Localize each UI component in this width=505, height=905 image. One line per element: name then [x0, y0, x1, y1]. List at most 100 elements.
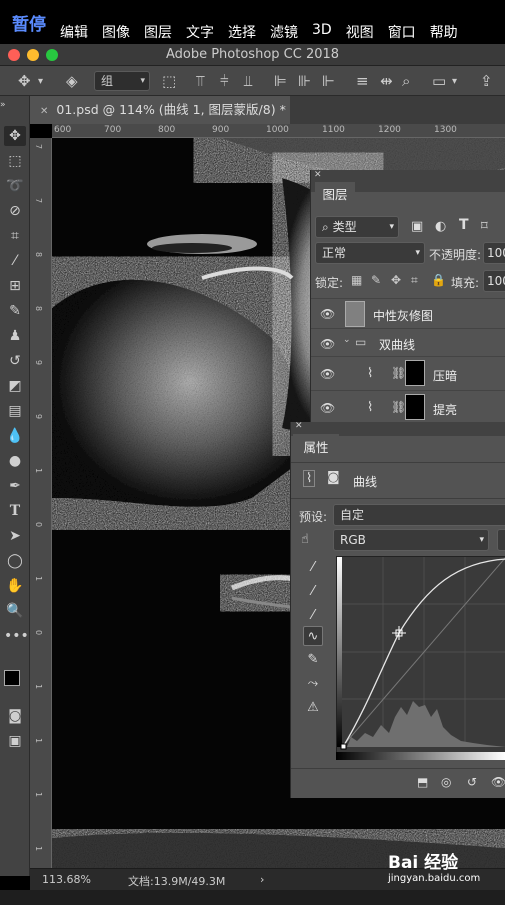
close-panel-icon[interactable]: ✕ — [295, 421, 303, 431]
adjustment-filter-icon[interactable]: ◐ — [435, 219, 446, 234]
curves-adjustment-icon[interactable]: ⌇ — [303, 470, 316, 487]
menu-help[interactable]: 帮助 — [430, 22, 472, 42]
eyedropper-white-icon[interactable]: ⁄ — [303, 606, 323, 626]
view-previous-icon[interactable]: ◎ — [441, 775, 451, 789]
pause-label[interactable]: 暂停 — [12, 10, 46, 35]
ellipse-tool-icon[interactable]: ◯ — [4, 551, 26, 571]
chevron-down-icon[interactable]: ⌄ — [343, 335, 351, 345]
layer-filter-select[interactable]: ⌕ 类型 ▾ — [315, 216, 399, 238]
align-top-icon[interactable]: ⫪ — [196, 72, 204, 90]
share-icon[interactable]: ⇪ — [480, 72, 493, 90]
reset-icon[interactable]: ↺ — [467, 775, 477, 789]
auto-select-dropdown[interactable]: 组 ▾ — [94, 71, 150, 91]
lock-artboard-icon[interactable]: ⌗ — [411, 273, 418, 288]
visibility-icon[interactable]: 👁 — [491, 775, 505, 789]
brush-tool-icon[interactable]: ✎ — [4, 301, 26, 321]
eyedropper-tool-icon[interactable]: ⁄ — [4, 251, 26, 271]
shape-filter-icon[interactable]: ⌑ — [481, 219, 488, 234]
crop-tool-icon[interactable]: ⌗ — [4, 226, 26, 246]
quick-select-tool-icon[interactable]: ⊘ — [4, 201, 26, 221]
type-tool-icon[interactable]: T — [4, 501, 26, 521]
status-menu-arrow[interactable]: › — [260, 873, 264, 886]
distribute-icon[interactable]: ≡ — [356, 72, 369, 90]
quick-mask-icon[interactable]: ◙ — [4, 706, 26, 726]
fill-input[interactable]: 100 — [483, 270, 505, 292]
align-left-icon[interactable]: ⊫ — [274, 72, 287, 90]
close-tab-icon[interactable]: ✕ — [40, 106, 48, 117]
link-icon[interactable]: ⛓ — [391, 366, 406, 380]
pencil-tool-icon[interactable]: ✎ — [303, 650, 323, 670]
zoom-level[interactable]: 113.68% — [42, 873, 91, 886]
menu-3d[interactable]: 3D — [312, 22, 346, 42]
align-bottom-icon[interactable]: ⫫ — [244, 72, 252, 90]
menu-view[interactable]: 视图 — [346, 22, 388, 42]
opacity-input[interactable]: 100 — [483, 242, 505, 264]
lock-position-icon[interactable]: ✥ — [391, 273, 401, 287]
close-panel-icon[interactable]: ✕ — [314, 170, 322, 180]
distribute-horizontal-icon[interactable]: ⇹ — [380, 72, 393, 90]
clip-to-layer-icon[interactable]: ⬒ — [417, 775, 428, 789]
preset-select[interactable]: 自定 — [333, 504, 505, 526]
lasso-tool-icon[interactable]: ➰ — [4, 176, 26, 196]
eye-icon[interactable]: 👁 — [320, 307, 335, 321]
menu-image[interactable]: 图像 — [102, 22, 144, 42]
hand-tool-icon[interactable]: ✋ — [4, 576, 26, 596]
marquee-tool-icon[interactable]: ⬚ — [4, 151, 26, 171]
foreground-color-swatch[interactable] — [4, 670, 20, 686]
workspace-icon[interactable]: ▭ — [432, 72, 446, 90]
collapse-panel-icon[interactable]: » — [0, 95, 22, 115]
lock-all-icon[interactable]: 🔒 — [431, 273, 446, 287]
history-brush-tool-icon[interactable]: ↺ — [4, 351, 26, 371]
align-right-icon[interactable]: ⊩ — [322, 72, 335, 90]
auto-button[interactable] — [497, 529, 505, 551]
path-select-tool-icon[interactable]: ➤ — [4, 526, 26, 546]
menu-select[interactable]: 选择 — [228, 22, 270, 42]
chevron-down-icon[interactable]: ▾ — [452, 76, 457, 87]
layer-row[interactable]: 👁 中性灰修图 — [311, 298, 505, 328]
align-middle-icon[interactable]: ⫩ — [220, 72, 229, 90]
lock-transparent-icon[interactable]: ▦ — [351, 273, 362, 287]
blend-mode-select[interactable]: 正常 ▾ — [315, 242, 425, 264]
curve-point-tool-icon[interactable]: ∿ — [303, 626, 323, 646]
layer-row[interactable]: 👁 ⌇ ⛓ 压暗 — [311, 356, 505, 390]
transform-controls-icon[interactable]: ⬚ — [162, 72, 176, 90]
eyedropper-gray-icon[interactable]: ⁄ — [303, 582, 323, 602]
document-tab[interactable]: ✕ 01.psd @ 114% (曲线 1, 图层蒙版/8) * — [30, 96, 290, 124]
channel-select[interactable]: RGB ▾ — [333, 529, 489, 551]
smooth-curve-icon[interactable]: ⤳ — [303, 674, 323, 694]
image-filter-icon[interactable]: ▣ — [411, 219, 423, 234]
eraser-tool-icon[interactable]: ◩ — [4, 376, 26, 396]
clone-stamp-tool-icon[interactable]: ♟ — [4, 326, 26, 346]
auto-select-icon[interactable]: ◈ — [66, 72, 78, 90]
properties-tab[interactable]: 属性 — [293, 434, 339, 462]
blur-tool-icon[interactable]: 💧 — [4, 426, 26, 446]
layer-mask-icon[interactable]: ◙ — [327, 470, 340, 485]
clipping-warning-icon[interactable]: ⚠ — [303, 698, 323, 718]
pen-tool-icon[interactable]: ✒ — [4, 476, 26, 496]
healing-brush-tool-icon[interactable]: ⊞ — [4, 276, 26, 296]
curves-graph[interactable] — [336, 556, 505, 753]
type-filter-icon[interactable]: T — [459, 217, 469, 233]
menu-type[interactable]: 文字 — [186, 22, 228, 42]
menu-edit[interactable]: 编辑 — [60, 22, 102, 42]
screen-mode-icon[interactable]: ▣ — [4, 731, 26, 751]
align-center-icon[interactable]: ⊪ — [298, 72, 311, 90]
zoom-tool-icon[interactable]: 🔍 — [4, 601, 26, 621]
menu-filter[interactable]: 滤镜 — [270, 22, 312, 42]
dodge-tool-icon[interactable]: ● — [4, 451, 26, 471]
target-adjust-icon[interactable]: ☝ — [301, 532, 309, 547]
more-tools-icon[interactable]: ••• — [4, 626, 29, 646]
link-icon[interactable]: ⛓ — [391, 400, 406, 414]
move-tool-icon[interactable]: ✥ — [18, 72, 31, 90]
search-icon[interactable]: ⌕ — [402, 72, 410, 90]
lock-pixels-icon[interactable]: ✎ — [371, 273, 381, 287]
eyedropper-black-icon[interactable]: ⁄ — [303, 558, 323, 578]
layer-group-row[interactable]: 👁 ⌄ ▭ 双曲线 — [311, 328, 505, 356]
menu-layer[interactable]: 图层 — [144, 22, 186, 42]
layer-mask-thumbnail[interactable] — [405, 394, 425, 420]
gradient-tool-icon[interactable]: ▤ — [4, 401, 26, 421]
eye-icon[interactable]: 👁 — [320, 401, 335, 415]
menu-window[interactable]: 窗口 — [388, 22, 430, 42]
layer-row[interactable]: 👁 ⌇ ⛓ 提亮 — [311, 390, 505, 424]
eye-icon[interactable]: 👁 — [320, 337, 335, 351]
